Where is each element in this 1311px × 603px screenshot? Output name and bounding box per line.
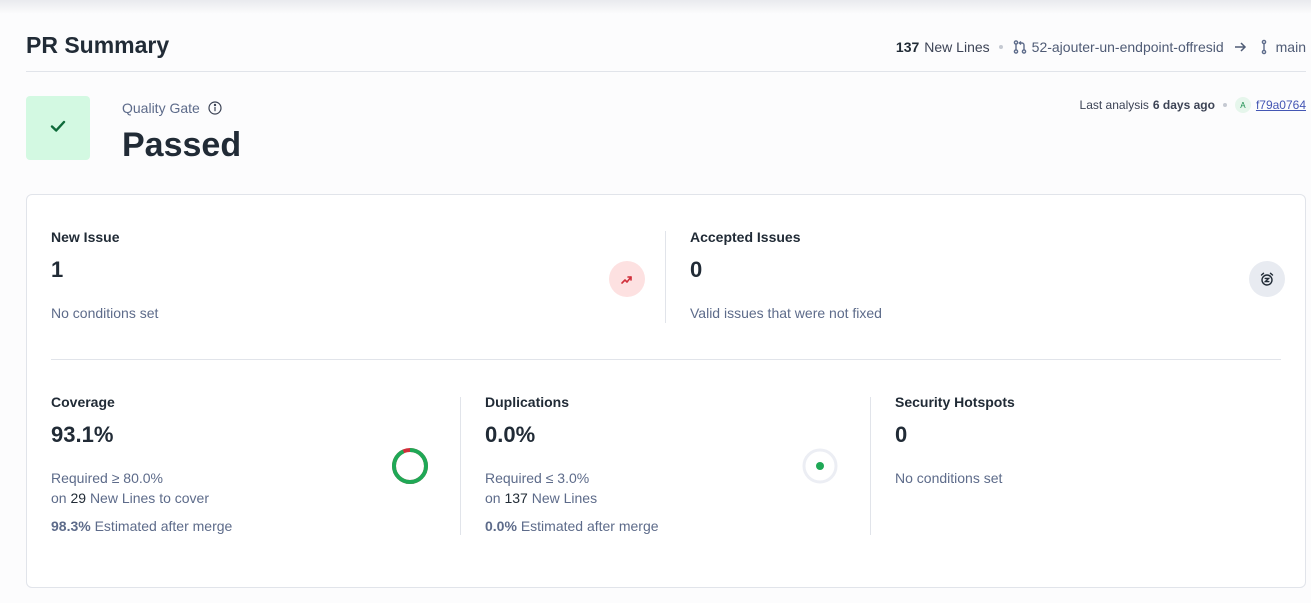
alarm-clock-icon [1249, 261, 1285, 297]
accepted-issues-subtitle: Valid issues that were not fixed [690, 305, 882, 321]
duplications-title: Duplications [485, 394, 570, 410]
coverage-donut-chart [392, 448, 428, 484]
coverage-estimate: 98.3% Estimated after merge [51, 516, 431, 536]
page-title: PR Summary [26, 32, 170, 58]
divider [665, 231, 666, 323]
new-issue-metric: New Issue 1 No conditions set [51, 229, 651, 323]
arrow-right-icon [1233, 40, 1247, 54]
last-analysis-time: 6 days ago [1152, 98, 1215, 112]
new-lines-count: 137 [895, 39, 920, 55]
duplications-estimate-value: 0.0% [485, 518, 517, 534]
security-hotspots-metric: Security Hotspots 0 No conditions set [895, 394, 1275, 488]
branch-icon [1256, 39, 1272, 55]
last-analysis: Last analysis 6 days ago A f79a0764 [1080, 97, 1306, 113]
quality-gate-label-text: Quality Gate [122, 100, 200, 116]
coverage-title: Coverage [51, 394, 115, 410]
target-branch-link[interactable]: main [1276, 39, 1306, 55]
duplications-required: Required ≤ 3.0% [485, 470, 590, 486]
coverage-lines: on 29 New Lines to cover [51, 488, 431, 508]
duplications-metric: Duplications 0.0% Required ≤ 3.0% on 137… [485, 394, 845, 536]
coverage-estimate-value: 98.3% [51, 518, 91, 534]
new-issue-subtitle: No conditions set [51, 305, 159, 321]
new-issue-value[interactable]: 1 [51, 257, 651, 283]
duplications-on-label: on [485, 490, 501, 506]
coverage-covered-arc [392, 448, 428, 484]
separator-dot [998, 45, 1003, 49]
source-branch-link[interactable]: 52-ajouter-un-endpoint-offresid [1032, 39, 1224, 55]
security-hotspots-title: Security Hotspots [895, 394, 1015, 410]
quality-gate-status-box [26, 96, 90, 160]
new-lines-label: New Lines [924, 39, 990, 55]
duplications-lines-label: New Lines [531, 490, 598, 506]
info-icon[interactable] [208, 101, 222, 115]
quality-gate-status: Passed [122, 126, 242, 164]
coverage-metric: Coverage 93.1% Required ≥ 80.0% on 29 Ne… [51, 394, 431, 536]
duplications-estimate-label: Estimated after merge [520, 518, 659, 534]
accepted-issues-metric: Accepted Issues 0 Valid issues that were… [690, 229, 1250, 323]
accepted-issues-value[interactable]: 0 [690, 257, 1250, 283]
security-hotspots-subtitle: No conditions set [895, 470, 1003, 486]
commit-link[interactable]: f79a0764 [1256, 98, 1306, 112]
divider [870, 397, 871, 535]
duplications-lines-count: 137 [504, 490, 528, 506]
issue-trend-icon [609, 261, 645, 297]
section-divider [51, 359, 1281, 360]
coverage-on-label: on [51, 490, 67, 506]
pull-request-icon [1012, 39, 1028, 55]
duplications-lines: on 137 New Lines [485, 488, 845, 508]
coverage-lines-label: New Lines to cover [89, 490, 209, 506]
duplications-estimate: 0.0% Estimated after merge [485, 516, 845, 536]
checkmark-icon [48, 116, 68, 141]
separator-dot [1222, 103, 1227, 107]
last-analysis-label: Last analysis [1079, 98, 1149, 112]
coverage-required: Required ≥ 80.0% [51, 470, 163, 486]
divider [460, 397, 461, 535]
coverage-estimate-label: Estimated after merge [94, 518, 233, 534]
duplications-indicator-dot [816, 462, 824, 470]
security-hotspots-value[interactable]: 0 [895, 422, 1275, 448]
new-issue-title: New Issue [51, 229, 120, 245]
top-bar-shadow [0, 0, 1311, 14]
avatar: A [1234, 97, 1251, 113]
duplications-indicator [802, 448, 838, 484]
pr-header: PR Summary 137 New Lines 52-ajouter-un-e… [26, 28, 1306, 72]
accepted-issues-title: Accepted Issues [690, 229, 801, 245]
metrics-card: New Issue 1 No conditions set Accepted I… [26, 194, 1306, 588]
quality-gate-label: Quality Gate [122, 100, 222, 116]
coverage-lines-count[interactable]: 29 [70, 490, 86, 506]
header-meta: 137 New Lines 52-ajouter-un-endpoint-off… [896, 39, 1306, 55]
coverage-value[interactable]: 93.1% [51, 422, 431, 448]
duplications-value[interactable]: 0.0% [485, 422, 845, 448]
